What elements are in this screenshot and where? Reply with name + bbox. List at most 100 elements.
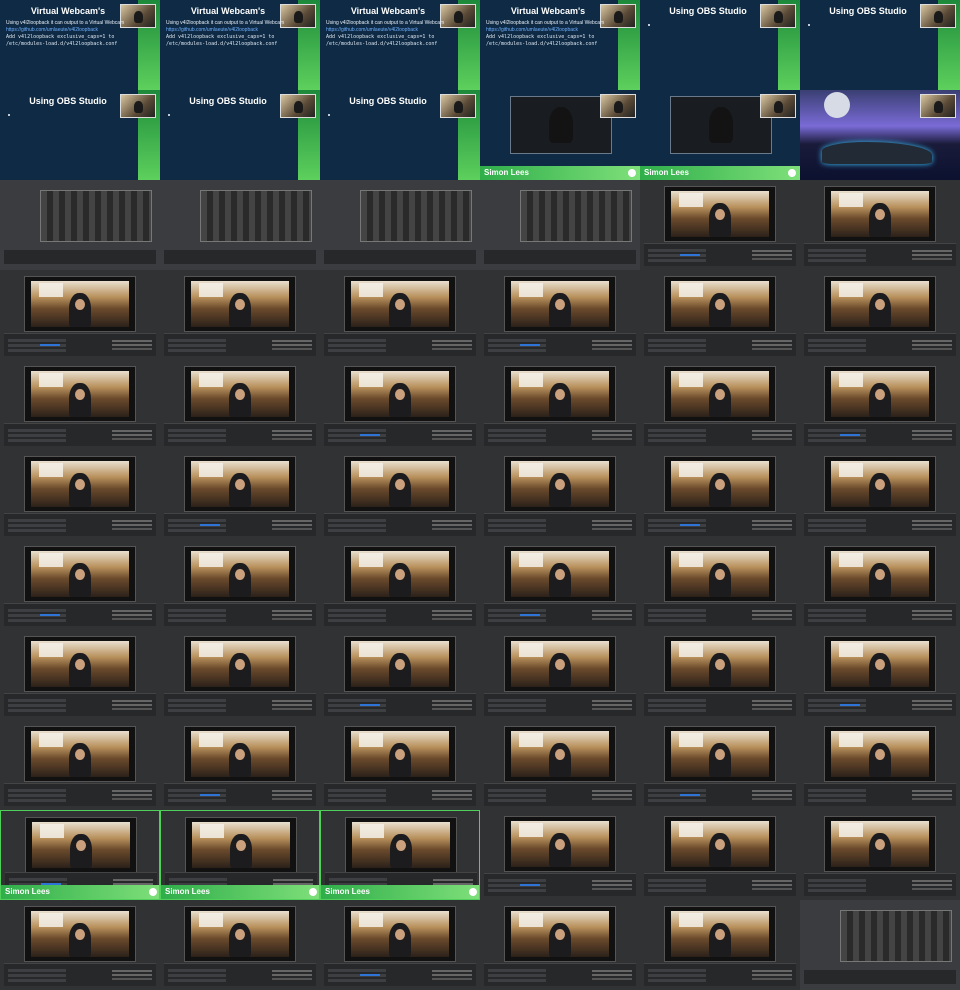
obs-preview-canvas[interactable] xyxy=(664,546,776,602)
obs-preview-canvas[interactable] xyxy=(344,546,456,602)
thumbnail-frame[interactable] xyxy=(160,540,320,630)
thumbnail-frame[interactable] xyxy=(800,90,960,180)
thumbnail-frame[interactable] xyxy=(800,180,960,270)
thumbnail-frame[interactable]: Simon Lees xyxy=(160,810,320,900)
obs-preview-canvas[interactable] xyxy=(24,276,136,332)
obs-preview-canvas[interactable] xyxy=(184,546,296,602)
obs-preview-canvas[interactable] xyxy=(24,546,136,602)
thumbnail-frame[interactable] xyxy=(640,450,800,540)
obs-preview-canvas[interactable] xyxy=(664,456,776,512)
thumbnail-frame[interactable] xyxy=(640,810,800,900)
obs-preview-canvas[interactable] xyxy=(344,726,456,782)
obs-preview-canvas[interactable] xyxy=(504,906,616,962)
obs-preview-canvas[interactable] xyxy=(24,906,136,962)
obs-preview-canvas[interactable] xyxy=(504,276,616,332)
obs-preview-canvas[interactable] xyxy=(824,636,936,692)
obs-preview-canvas[interactable] xyxy=(504,816,616,872)
thumbnail-frame[interactable] xyxy=(160,720,320,810)
thumbnail-frame[interactable] xyxy=(320,180,480,270)
thumbnail-frame[interactable] xyxy=(0,630,160,720)
thumbnail-frame[interactable] xyxy=(0,900,160,990)
obs-preview-canvas[interactable] xyxy=(504,366,616,422)
obs-preview-canvas[interactable] xyxy=(504,456,616,512)
obs-preview-canvas[interactable] xyxy=(24,726,136,782)
thumbnail-frame[interactable] xyxy=(480,720,640,810)
thumbnail-frame[interactable]: Virtual Webcam's Using v4l2loopback it ca… xyxy=(320,0,480,90)
bullet-link[interactable]: https://github.com/umlaeute/v4l2loopback xyxy=(486,27,614,34)
thumbnail-frame[interactable] xyxy=(480,180,640,270)
obs-preview-canvas[interactable] xyxy=(184,726,296,782)
bullet-link[interactable]: https://github.com/umlaeute/v4l2loopback xyxy=(166,27,294,34)
obs-preview-canvas[interactable] xyxy=(184,366,296,422)
thumbnail-frame[interactable] xyxy=(480,630,640,720)
thumbnail-frame[interactable] xyxy=(800,630,960,720)
thumbnail-frame[interactable]: Simon Lees xyxy=(0,810,160,900)
thumbnail-frame[interactable] xyxy=(800,450,960,540)
thumbnail-frame[interactable] xyxy=(160,180,320,270)
thumbnail-frame[interactable]: Using OBS Studio xyxy=(800,0,960,90)
thumbnail-frame[interactable] xyxy=(320,450,480,540)
thumbnail-frame[interactable] xyxy=(800,720,960,810)
obs-preview-canvas[interactable] xyxy=(25,817,137,873)
thumbnail-frame[interactable] xyxy=(640,900,800,990)
thumbnail-frame[interactable]: Using OBS Studio xyxy=(320,90,480,180)
obs-preview-canvas[interactable] xyxy=(824,546,936,602)
thumbnail-frame[interactable] xyxy=(640,540,800,630)
thumbnail-frame[interactable] xyxy=(0,270,160,360)
thumbnail-frame[interactable]: Simon Lees xyxy=(320,810,480,900)
obs-preview-canvas[interactable] xyxy=(344,906,456,962)
thumbnail-frame[interactable] xyxy=(320,540,480,630)
obs-preview-canvas[interactable] xyxy=(504,546,616,602)
thumbnail-frame[interactable] xyxy=(0,540,160,630)
thumbnail-frame[interactable]: Using OBS Studio xyxy=(160,90,320,180)
obs-preview-canvas[interactable] xyxy=(184,456,296,512)
thumbnail-frame[interactable]: Simon Lees xyxy=(640,90,800,180)
thumbnail-frame[interactable] xyxy=(320,720,480,810)
thumbnail-frame[interactable] xyxy=(800,810,960,900)
obs-preview-canvas[interactable] xyxy=(345,817,457,873)
thumbnail-frame[interactable] xyxy=(160,270,320,360)
thumbnail-frame[interactable] xyxy=(800,270,960,360)
obs-preview-canvas[interactable] xyxy=(184,906,296,962)
obs-preview-canvas[interactable] xyxy=(664,186,776,242)
thumbnail-frame[interactable] xyxy=(160,360,320,450)
bullet-link[interactable]: https://github.com/umlaeute/v4l2loopback xyxy=(326,27,454,34)
thumbnail-frame[interactable] xyxy=(320,630,480,720)
obs-preview-canvas[interactable] xyxy=(664,906,776,962)
thumbnail-frame[interactable] xyxy=(640,180,800,270)
obs-preview-canvas[interactable] xyxy=(824,816,936,872)
thumbnail-frame[interactable] xyxy=(0,450,160,540)
thumbnail-frame[interactable] xyxy=(800,360,960,450)
thumbnail-frame[interactable] xyxy=(640,270,800,360)
obs-preview-canvas[interactable] xyxy=(24,366,136,422)
thumbnail-frame[interactable] xyxy=(480,540,640,630)
obs-preview-canvas[interactable] xyxy=(184,276,296,332)
thumbnail-frame[interactable] xyxy=(160,450,320,540)
obs-preview-canvas[interactable] xyxy=(344,276,456,332)
thumbnail-frame[interactable] xyxy=(640,720,800,810)
obs-preview-canvas[interactable] xyxy=(664,636,776,692)
thumbnail-frame[interactable] xyxy=(480,450,640,540)
thumbnail-frame[interactable] xyxy=(480,810,640,900)
obs-preview-canvas[interactable] xyxy=(185,817,297,873)
thumbnail-frame[interactable] xyxy=(800,540,960,630)
thumbnail-frame[interactable]: Using OBS Studio xyxy=(0,90,160,180)
thumbnail-frame[interactable] xyxy=(0,360,160,450)
thumbnail-frame[interactable]: Virtual Webcam's Using v4l2loopback it ca… xyxy=(0,0,160,90)
thumbnail-frame[interactable] xyxy=(640,630,800,720)
obs-preview-canvas[interactable] xyxy=(664,276,776,332)
obs-preview-canvas[interactable] xyxy=(664,726,776,782)
obs-preview-canvas[interactable] xyxy=(824,276,936,332)
thumbnail-frame[interactable] xyxy=(160,630,320,720)
obs-preview-canvas[interactable] xyxy=(504,726,616,782)
thumbnail-frame[interactable] xyxy=(320,270,480,360)
thumbnail-frame[interactable] xyxy=(320,900,480,990)
thumbnail-frame[interactable] xyxy=(0,180,160,270)
thumbnail-frame[interactable]: Simon Lees xyxy=(480,90,640,180)
obs-preview-canvas[interactable] xyxy=(344,636,456,692)
obs-preview-canvas[interactable] xyxy=(664,816,776,872)
obs-preview-canvas[interactable] xyxy=(824,366,936,422)
obs-preview-canvas[interactable] xyxy=(24,636,136,692)
obs-preview-canvas[interactable] xyxy=(824,456,936,512)
obs-preview-canvas[interactable] xyxy=(504,636,616,692)
